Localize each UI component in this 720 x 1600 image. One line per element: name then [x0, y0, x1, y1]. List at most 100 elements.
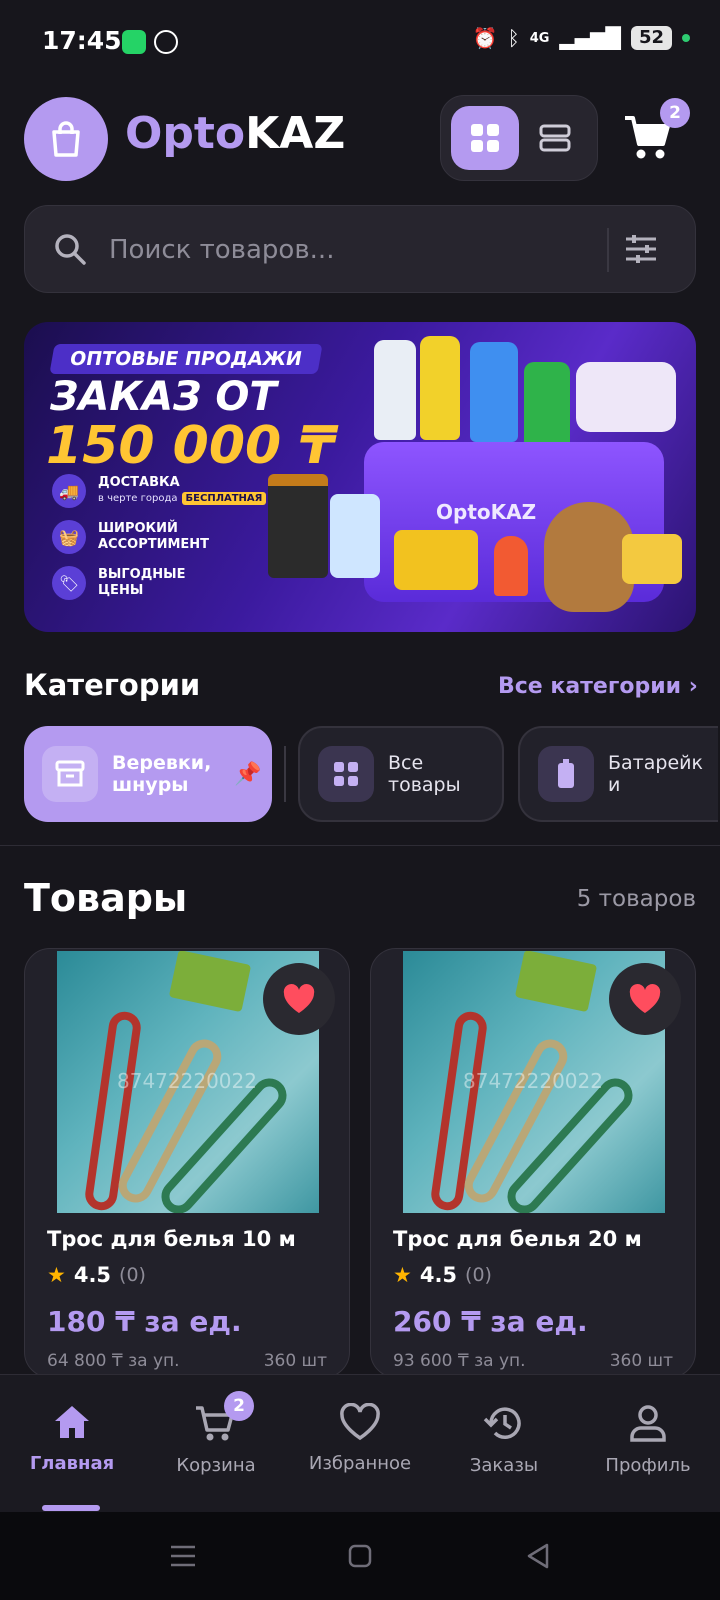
rating-count: (0) [465, 1264, 492, 1286]
cart-button[interactable]: 2 [622, 98, 690, 168]
status-time: 17:45 [42, 26, 122, 55]
banner-amount: 150 000 ₸ [46, 416, 336, 476]
alarm-icon: ⏰ [472, 26, 498, 50]
feature-title: ШИРОКИЙ АССОРТИМЕНТ [98, 521, 210, 552]
image-watermark: 87472220022 [463, 1069, 603, 1093]
nav-label: Заказы [469, 1455, 539, 1476]
logo-icon [24, 97, 108, 181]
grid-icon [471, 124, 499, 152]
home-square-icon[interactable] [348, 1544, 372, 1568]
feature-title: ВЫГОДНЫЕ ЦЕНЫ [98, 567, 186, 598]
basket-label: OptoKAZ [436, 500, 537, 524]
active-nav-indicator [42, 1505, 100, 1511]
back-icon[interactable] [526, 1543, 550, 1569]
banner-pill: ОПТОВЫЕ ПРОДАЖИ [49, 344, 323, 374]
brand-prefix: Opto [125, 108, 246, 159]
list-icon [539, 124, 571, 152]
grid-icon [318, 746, 374, 802]
paper-towels-image [576, 362, 676, 432]
privacy-dot-icon [682, 34, 690, 42]
teddy-bear-image [544, 502, 634, 612]
product-card[interactable]: 87472220022 Трос для белья 20 м ★ 4.5 (0) … [370, 948, 696, 1378]
user-icon [630, 1405, 666, 1442]
image-watermark: 87472220022 [117, 1069, 257, 1093]
search-input[interactable] [107, 226, 621, 274]
category-label: Все товары [388, 752, 461, 796]
feature-sub: в черте города [98, 493, 178, 504]
box-icon [42, 746, 98, 802]
dish-soap-image [524, 362, 570, 452]
battery-icon: 52 [630, 26, 672, 50]
nav-label: Избранное [308, 1453, 412, 1474]
brand-title: OptoKAZ [125, 108, 345, 159]
product-name: Трос для белья 10 м [47, 1227, 296, 1251]
sponges-image [622, 534, 682, 584]
star-icon: ★ [47, 1263, 66, 1287]
menu-icon[interactable] [170, 1544, 196, 1568]
heart-icon [283, 984, 315, 1013]
banner-headline: ЗАКАЗ ОТ [50, 374, 277, 420]
view-toggle [440, 95, 598, 181]
product-card[interactable]: 87472220022 Трос для белья 10 м ★ 4.5 (0) … [24, 948, 350, 1378]
history-icon [483, 1407, 521, 1439]
label-tag-image [168, 951, 252, 1013]
bottom-navigation: Главная 2 Корзина Избранное Заказы Профи… [0, 1374, 720, 1513]
price-tag-icon: 🏷 [52, 566, 86, 600]
search-bar [24, 205, 696, 293]
brand-suffix: KAZ [245, 108, 346, 159]
product-price: 260 ₸ за ед. [393, 1305, 588, 1338]
chevron-right-icon: › [688, 674, 698, 699]
cart-nav-badge: 2 [224, 1391, 254, 1421]
category-label: Батарейки [608, 752, 703, 796]
favorite-button[interactable] [609, 963, 681, 1035]
nav-orders[interactable]: Заказы [434, 1403, 574, 1476]
grid-view-button[interactable] [451, 106, 519, 170]
products-count: 5 товаров [576, 886, 696, 912]
filter-icon[interactable] [623, 232, 659, 266]
product-quantity: 360 шт [263, 1351, 327, 1371]
label-tag-image [514, 951, 598, 1013]
truck-icon: 🚚 [52, 474, 86, 508]
nav-profile[interactable]: Профиль [578, 1403, 718, 1476]
nav-favorites[interactable]: Избранное [290, 1403, 430, 1474]
banner-feature-delivery: 🚚 ДОСТАВКА в черте города БЕСПЛАТНАЯ [52, 474, 267, 508]
nav-label: Профиль [605, 1455, 691, 1476]
nav-cart[interactable]: 2 Корзина [146, 1391, 286, 1476]
banner-feature-prices: 🏷 ВЫГОДНЫЕ ЦЕНЫ [52, 566, 188, 600]
category-chip-ropes[interactable]: Веревки, шнуры 📌 [24, 726, 272, 822]
feature-tag: БЕСПЛАТНАЯ [181, 492, 267, 505]
list-view-button[interactable] [521, 106, 589, 170]
section-divider [0, 845, 720, 846]
cart-badge: 2 [660, 98, 690, 128]
category-chip-batteries[interactable]: Батарейки [518, 726, 718, 822]
heart-icon [629, 984, 661, 1013]
products-title: Товары [24, 876, 188, 920]
product-price: 180 ₸ за ед. [47, 1305, 242, 1338]
toy-truck-image [394, 530, 478, 590]
cleaner-bottle-image [420, 336, 460, 440]
app-notification-icon [154, 30, 178, 54]
nav-home[interactable]: Главная [2, 1403, 142, 1474]
battery-icon [538, 746, 594, 802]
pin-icon: 📌 [234, 761, 262, 787]
rating-value: 4.5 [419, 1263, 458, 1287]
search-icon [55, 234, 86, 265]
search-divider [607, 228, 609, 272]
whatsapp-icon [122, 30, 146, 54]
product-pack-price: 93 600 ₸ за уп. [393, 1351, 526, 1371]
feature-title: ДОСТАВКА [98, 475, 180, 490]
bluetooth-icon: ᛒ [507, 26, 520, 50]
category-label: Веревки, шнуры [112, 752, 212, 796]
status-indicators: ⏰ ᛒ 4G ▂▄▆█ 52 [473, 26, 690, 50]
promo-banner[interactable]: ОПТОВЫЕ ПРОДАЖИ ЗАКАЗ ОТ 150 000 ₸ 🚚 ДОС… [24, 322, 696, 632]
cotton-swabs-image [330, 494, 380, 578]
favorite-button[interactable] [263, 963, 335, 1035]
all-categories-link[interactable]: Все категории › [498, 674, 698, 699]
category-chip-all[interactable]: Все товары [298, 726, 504, 822]
product-rating: ★ 4.5 (0) [393, 1263, 492, 1287]
all-categories-label: Все категории [498, 674, 682, 699]
detergent-bottle-image [374, 340, 416, 440]
spray-bottle-image [470, 342, 518, 442]
rating-count: (0) [119, 1264, 146, 1286]
nav-label: Корзина [176, 1455, 256, 1476]
